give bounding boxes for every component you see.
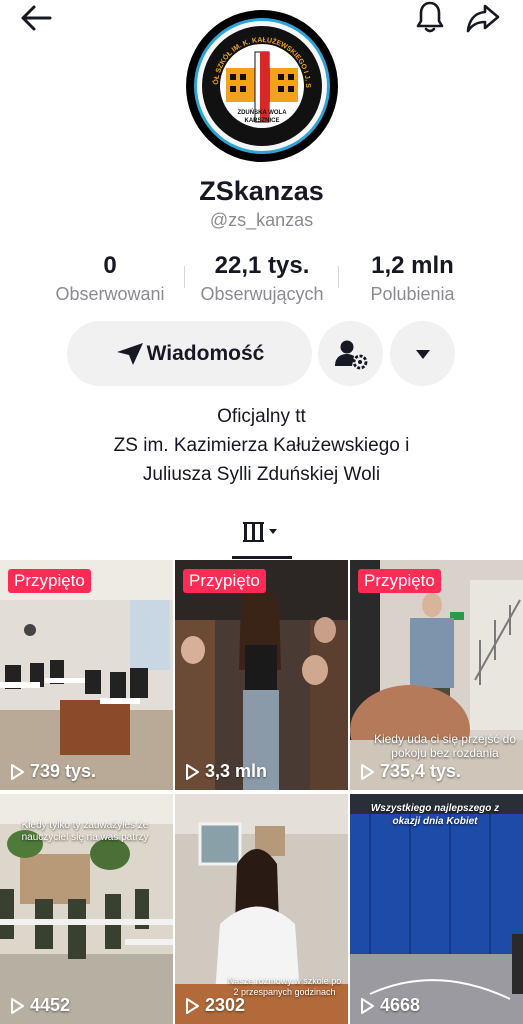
grid-bars-icon — [243, 522, 277, 542]
view-count-text: 2302 — [205, 995, 246, 1015]
video-thumbnail[interactable]: Przypięto 739 tys. — [0, 560, 173, 790]
user-gear-icon — [334, 340, 367, 369]
stat-following-value: 0 — [103, 252, 117, 279]
view-count: 739 tys. — [10, 761, 96, 782]
play-icon — [186, 763, 199, 780]
notifications-button[interactable] — [410, 0, 450, 37]
video-thumbnail[interactable]: Przypięto Kiedy uda ci się przejść do po… — [350, 560, 523, 790]
stat-likes-value: 1,2 mln — [371, 252, 454, 279]
share-arrow-icon — [466, 4, 500, 33]
view-count-text: 4452 — [30, 995, 71, 1015]
back-button[interactable] — [16, 0, 56, 38]
pinned-badge: Przypięto — [358, 569, 441, 593]
gym-image — [350, 794, 523, 1024]
view-count: 4668 — [360, 995, 420, 1016]
more-options-button[interactable] — [390, 321, 455, 386]
view-count: 2302 — [185, 995, 245, 1016]
profile-name: ZSkanzas — [199, 176, 324, 206]
share-button[interactable] — [463, 0, 503, 38]
students-image — [175, 560, 348, 790]
svg-text:ZDUŃSKA WOLA: ZDUŃSKA WOLA — [237, 108, 287, 116]
video-thumbnail[interactable]: Nasze rozmowy w szkole po 2 przespanych … — [175, 794, 348, 1024]
view-count: 3,3 mln — [185, 761, 267, 782]
tab-active-indicator — [232, 556, 292, 559]
profile-handle: @zs_kanzas — [209, 210, 314, 230]
bio-line: Juliusza Sylli Zduńskiej Woli — [142, 464, 381, 485]
stat-following[interactable]: 0 Obserwowani — [40, 252, 180, 305]
message-button-label: Wiadomość — [146, 341, 265, 365]
video-thumbnail[interactable]: Wszystkiego najlepszego z okazji dnia Ko… — [350, 794, 523, 1024]
stat-likes[interactable]: 1,2 mln Polubienia — [345, 252, 480, 305]
play-icon — [11, 997, 24, 1014]
video-thumbnail[interactable]: Kiedy tylko ty zauważyłeś że nauczyciel … — [0, 794, 173, 1024]
stat-divider — [184, 266, 185, 288]
play-icon — [361, 763, 374, 780]
svg-text:KARSZNICE: KARSZNICE — [244, 118, 279, 124]
stat-likes-label: Polubienia — [370, 284, 455, 304]
classroom-image — [0, 560, 173, 790]
stat-followers-value: 22,1 tys. — [214, 252, 310, 279]
play-icon — [361, 997, 374, 1014]
stat-divider — [338, 266, 339, 288]
friend-settings-button[interactable] — [318, 321, 383, 386]
school-logo: ZDUŃSKA WOLA KARSZNICE ZESPÓŁ SZKÓŁ IM. … — [194, 18, 330, 154]
view-count-text: 4668 — [380, 995, 421, 1015]
tab-videos[interactable] — [232, 517, 292, 547]
view-count-text: 3,3 mln — [205, 761, 268, 781]
stat-following-label: Obserwowani — [55, 284, 165, 304]
video-grid: Przypięto 739 tys. Przypięto 3,3 mln Prz… — [0, 560, 523, 1024]
video-caption: Wszystkiego najlepszego z okazji dnia Ko… — [370, 803, 500, 827]
view-count-text: 735,4 tys. — [380, 761, 462, 781]
profile-avatar[interactable]: ZDUŃSKA WOLA KARSZNICE ZESPÓŁ SZKÓŁ IM. … — [186, 10, 338, 162]
bio-line: Oficjalny tt — [217, 406, 306, 427]
view-count-text: 739 tys. — [30, 761, 97, 781]
video-caption: Kiedy tylko ty zauważyłeś że nauczyciel … — [21, 820, 149, 843]
message-button[interactable]: Wiadomość — [67, 321, 312, 386]
profile-bio: Oficjalny tt ZS im. Kazimierza Kałużewsk… — [0, 402, 523, 489]
pinned-badge: Przypięto — [183, 569, 266, 593]
play-icon — [186, 997, 199, 1014]
view-count: 735,4 tys. — [360, 761, 461, 782]
bell-icon — [416, 1, 444, 33]
play-icon — [11, 763, 24, 780]
caret-down-icon — [415, 349, 430, 359]
video-thumbnail[interactable]: Przypięto 3,3 mln — [175, 560, 348, 790]
pinned-badge: Przypięto — [8, 569, 91, 593]
video-caption: Kiedy uda ci się przejść do pokoju bez r… — [373, 732, 517, 760]
stat-followers[interactable]: 22,1 tys. Obserwujących — [186, 252, 338, 305]
bio-line: ZS im. Kazimierza Kałużewskiego i — [113, 435, 410, 456]
view-count: 4452 — [10, 995, 70, 1016]
arrow-left-icon — [21, 5, 52, 31]
send-icon — [116, 342, 143, 365]
stat-followers-label: Obserwujących — [200, 284, 324, 304]
